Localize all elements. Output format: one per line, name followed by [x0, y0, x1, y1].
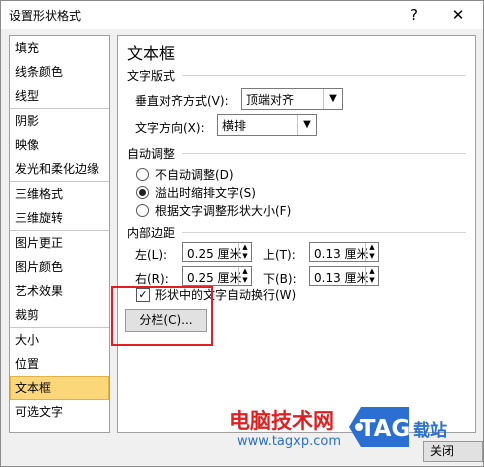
text-direction-value: 横排 [222, 119, 247, 133]
vertical-align-label: 垂直对齐方式(V): [135, 94, 229, 108]
sidebar-item-line-color[interactable]: 线条颜色 [10, 60, 109, 84]
margin-bottom-spinner[interactable]: 0.13 厘米 ▲ ▼ [309, 266, 379, 286]
category-sidebar: 填充 线条颜色 线型 阴影 映像 发光和柔化边缘 三维格式 三维旋转 图片更正 … [9, 35, 110, 433]
radio-resize-shape[interactable] [136, 204, 149, 217]
sidebar-group: 填充 线条颜色 线型 [10, 36, 109, 109]
text-direction-label: 文字方向(X): [135, 121, 205, 135]
watermark-text: 电脑技术网 [229, 409, 334, 433]
sidebar-item-3d-format[interactable]: 三维格式 [10, 182, 109, 206]
page-title: 文本框 [127, 44, 176, 63]
sidebar-item-size[interactable]: 大小 [10, 328, 109, 352]
sidebar-item-glow[interactable]: 发光和柔化边缘 [10, 157, 109, 181]
sidebar-item-picture-color[interactable]: 图片颜色 [10, 255, 109, 279]
spin-down-icon[interactable]: ▼ [239, 252, 251, 261]
sidebar-item-picture-corrections[interactable]: 图片更正 [10, 231, 109, 255]
sidebar-item-line-style[interactable]: 线型 [10, 84, 109, 108]
watermark-url: www.tagxp.com [237, 434, 341, 449]
spin-up-icon[interactable]: ▲ [239, 267, 251, 276]
help-icon[interactable]: ? [399, 3, 429, 27]
sidebar-group: 大小 位置 文本框 可选文字 [10, 328, 109, 424]
sidebar-group: 阴影 映像 发光和柔化边缘 [10, 109, 109, 182]
watermark-site: 载站 [413, 421, 447, 441]
chevron-down-icon: ▼ [297, 115, 316, 135]
spin-up-icon[interactable]: ▲ [366, 243, 378, 252]
vertical-align-value: 顶端对齐 [246, 93, 295, 107]
sidebar-item-fill[interactable]: 填充 [10, 36, 109, 60]
sidebar-item-text-box[interactable]: 文本框 [10, 376, 109, 400]
spin-up-icon[interactable]: ▲ [239, 243, 251, 252]
margin-bottom-label: 下(B): [263, 272, 297, 286]
radio-no-autofit[interactable] [136, 168, 149, 181]
section-heading-autofit: 自动调整 [127, 147, 176, 161]
radio-shrink-on-overflow[interactable] [136, 186, 149, 199]
close-icon[interactable]: ✕ [443, 3, 473, 27]
sidebar-group: 图片更正 图片颜色 艺术效果 裁剪 [10, 231, 109, 328]
sidebar-item-3d-rotation[interactable]: 三维旋转 [10, 206, 109, 230]
logo-text: TAG [360, 416, 411, 442]
spin-down-icon[interactable]: ▼ [239, 276, 251, 285]
format-shape-dialog: 设置形状格式 ? ✕ 填充 线条颜色 线型 阴影 映像 发光和柔化边缘 三维格式… [0, 0, 484, 467]
margin-top-label: 上(T): [263, 248, 296, 262]
spinner-buttons: ▲ ▼ [365, 243, 378, 261]
close-button[interactable]: 关闭 [423, 441, 483, 462]
radio-resize-shape-label: 根据文字调整形状大小(F) [155, 204, 292, 218]
title-bar: 设置形状格式 ? ✕ [1, 1, 483, 29]
section-divider [182, 232, 466, 233]
margin-top-value: 0.13 厘米 [314, 247, 369, 261]
dialog-title: 设置形状格式 [9, 9, 82, 23]
tag-logo-icon: TAG [349, 407, 411, 447]
margin-right-spinner[interactable]: 0.25 厘米 ▲ ▼ [182, 266, 252, 286]
sidebar-group: 三维格式 三维旋转 [10, 182, 109, 231]
chevron-down-icon: ▼ [323, 89, 342, 109]
text-direction-select[interactable]: 横排 ▼ [217, 114, 317, 136]
spin-down-icon[interactable]: ▼ [366, 252, 378, 261]
section-heading-internal-margin: 内部边距 [127, 226, 176, 240]
margin-right-label: 右(R): [135, 272, 169, 286]
spinner-buttons: ▲ ▼ [238, 243, 251, 261]
spin-down-icon[interactable]: ▼ [366, 276, 378, 285]
sidebar-item-reflection[interactable]: 映像 [10, 133, 109, 157]
margin-bottom-value: 0.13 厘米 [314, 271, 369, 285]
spinner-buttons: ▲ ▼ [365, 267, 378, 285]
spin-up-icon[interactable]: ▲ [366, 267, 378, 276]
radio-shrink-on-overflow-label: 溢出时缩排文字(S) [155, 186, 256, 200]
radio-selected-dot [139, 189, 146, 196]
section-divider [182, 153, 466, 154]
sidebar-item-artistic-effects[interactable]: 艺术效果 [10, 279, 109, 303]
sidebar-item-crop[interactable]: 裁剪 [10, 303, 109, 327]
settings-panel: 文本框 文字版式 垂直对齐方式(V): 顶端对齐 ▼ 文字方向(X): 横排 ▼… [117, 35, 476, 433]
sidebar-item-alt-text[interactable]: 可选文字 [10, 400, 109, 424]
sidebar-item-position[interactable]: 位置 [10, 352, 109, 376]
radio-no-autofit-label: 不自动调整(D) [155, 168, 234, 182]
margin-right-value: 0.25 厘米 [187, 271, 242, 285]
margin-left-label: 左(L): [135, 248, 168, 262]
margin-left-spinner[interactable]: 0.25 厘米 ▲ ▼ [182, 242, 252, 262]
margin-left-value: 0.25 厘米 [187, 247, 242, 261]
section-divider [182, 75, 466, 76]
margin-top-spinner[interactable]: 0.13 厘米 ▲ ▼ [309, 242, 379, 262]
section-heading-text-layout: 文字版式 [127, 69, 176, 83]
sidebar-item-shadow[interactable]: 阴影 [10, 109, 109, 133]
vertical-align-select[interactable]: 顶端对齐 ▼ [241, 88, 343, 110]
highlight-box [111, 286, 213, 346]
spinner-buttons: ▲ ▼ [238, 267, 251, 285]
